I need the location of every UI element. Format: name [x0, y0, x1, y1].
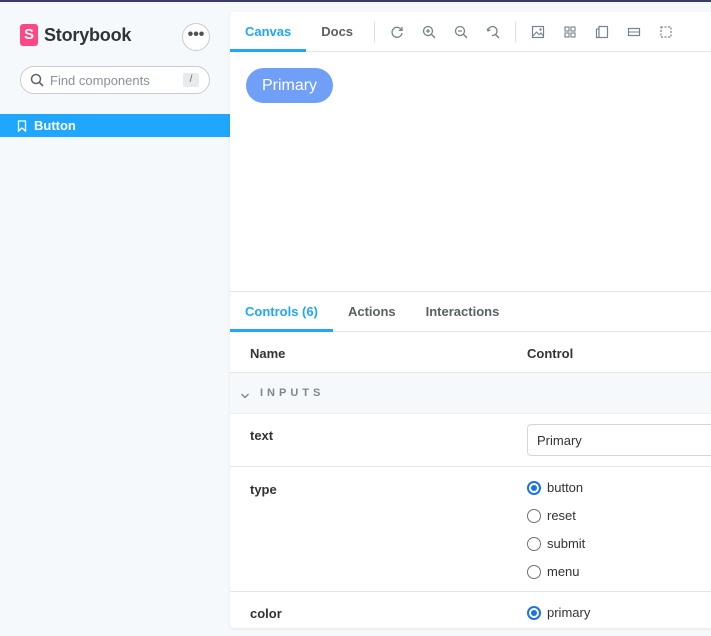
measure-icon[interactable]	[618, 12, 650, 52]
radio-option-menu[interactable]: menu	[527, 564, 580, 579]
tab-controls[interactable]: Controls (6)	[230, 292, 333, 332]
viewport-icon[interactable]	[586, 12, 618, 52]
radio-label: button	[547, 480, 584, 495]
search-shortcut-badge: /	[183, 73, 199, 87]
prop-name-text: text	[250, 428, 274, 443]
tab-canvas[interactable]: Canvas	[230, 12, 307, 52]
tab-actions[interactable]: Actions	[333, 292, 411, 331]
chevron-down-icon	[240, 388, 250, 399]
toolbar: Canvas Docs	[230, 12, 711, 52]
story-canvas: Primary	[230, 53, 711, 291]
storybook-logo-icon: S	[20, 24, 38, 46]
prop-name-color: color	[250, 606, 282, 621]
main-panel: Canvas Docs Primary Controls (6) Actions…	[230, 12, 711, 628]
zoom-reset-icon[interactable]	[477, 12, 509, 52]
brand-name: Storybook	[44, 24, 132, 45]
brand: S Storybook	[20, 24, 131, 46]
outline-icon[interactable]	[650, 12, 682, 52]
control-row-text: text	[230, 414, 711, 467]
control-row-type: type button reset submit menu	[230, 467, 711, 592]
column-header-name: Name	[250, 346, 286, 361]
controls-table-header: Name Control	[230, 332, 711, 373]
radio-unchecked-icon	[527, 536, 541, 551]
section-toggle-inputs[interactable]: INPUTS	[230, 373, 711, 414]
sidebar-item-label: Button	[34, 118, 76, 133]
radio-option-button[interactable]: button	[527, 480, 583, 495]
tab-docs[interactable]: Docs	[306, 12, 368, 51]
control-row-color: color primary	[230, 592, 711, 628]
radio-label: menu	[547, 564, 580, 579]
radio-label: reset	[547, 508, 576, 523]
column-header-control: Control	[527, 346, 574, 361]
section-label: INPUTS	[260, 387, 325, 399]
radio-checked-icon	[527, 480, 541, 495]
radio-option-primary[interactable]: primary	[527, 605, 590, 620]
radio-option-submit[interactable]: submit	[527, 536, 585, 551]
sidebar-menu-button[interactable]: •••	[182, 23, 210, 51]
primary-preview-button[interactable]: Primary	[246, 68, 333, 103]
addon-tabs: Controls (6) Actions Interactions	[230, 292, 711, 332]
radio-label: submit	[547, 536, 586, 551]
radio-unchecked-icon	[527, 564, 541, 579]
reload-icon[interactable]	[381, 12, 413, 52]
bookmark-icon	[17, 119, 27, 132]
zoom-in-icon[interactable]	[413, 12, 445, 52]
radio-label: primary	[547, 605, 591, 620]
prop-name-type: type	[250, 482, 277, 497]
radio-checked-icon	[527, 605, 541, 620]
search-icon	[30, 73, 44, 87]
addons-panel: Controls (6) Actions Interactions Name C…	[230, 291, 711, 628]
sidebar: S Storybook ••• / Button	[0, 2, 230, 636]
text-control-input[interactable]	[527, 424, 711, 456]
toolbar-divider	[374, 21, 376, 42]
search-box: /	[20, 66, 210, 94]
sidebar-item-button[interactable]: Button	[0, 114, 230, 137]
zoom-out-icon[interactable]	[445, 12, 477, 52]
search-input[interactable]	[50, 72, 180, 88]
toolbar-divider	[515, 21, 517, 42]
radio-option-reset[interactable]: reset	[527, 508, 576, 523]
grid-icon[interactable]	[554, 12, 586, 52]
background-icon[interactable]	[522, 12, 554, 52]
radio-unchecked-icon	[527, 508, 541, 523]
tab-interactions[interactable]: Interactions	[411, 292, 515, 331]
